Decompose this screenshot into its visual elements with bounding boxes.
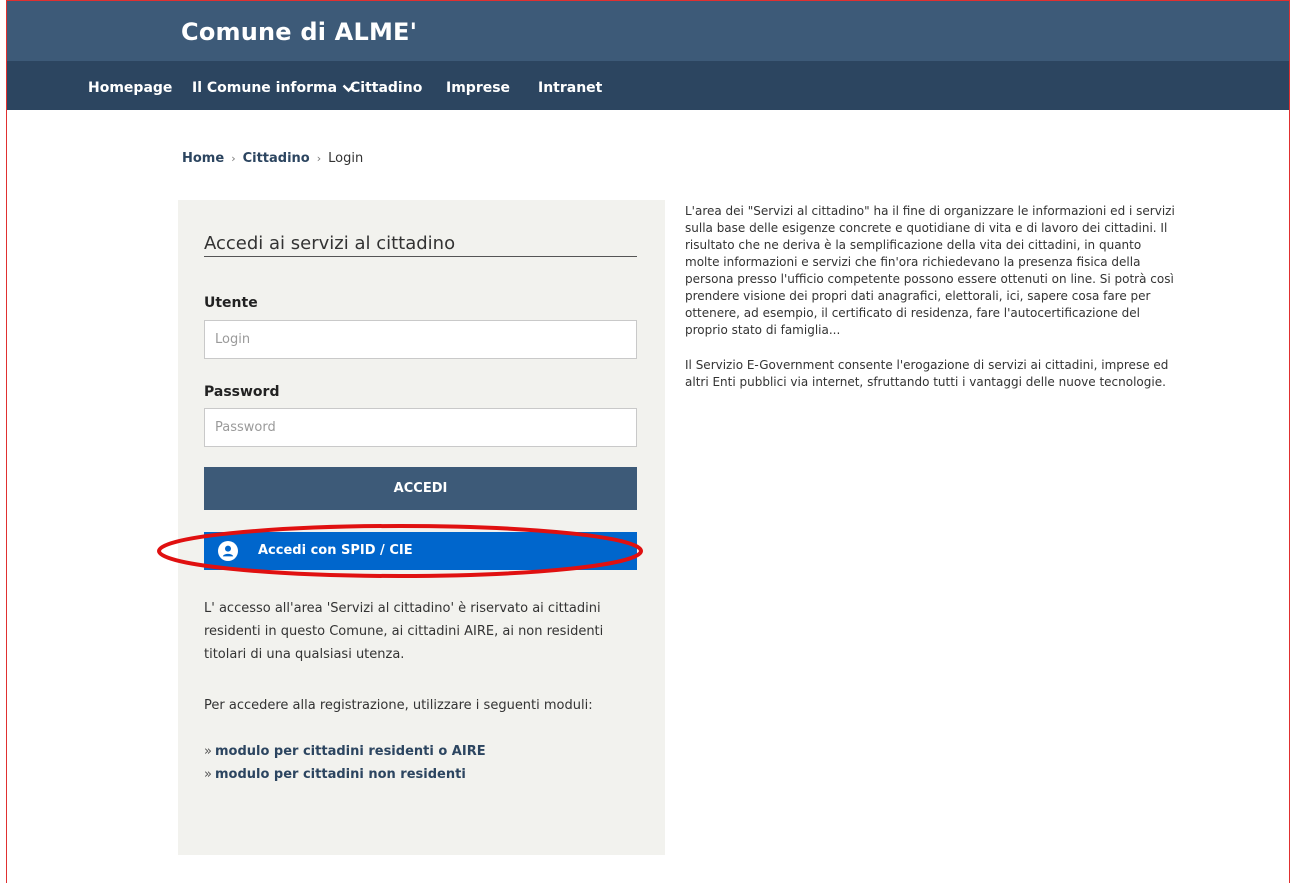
heading-divider <box>204 256 637 257</box>
nav-item-intranet[interactable]: Intranet <box>538 79 602 97</box>
egov-description: Il Servizio E-Government consente l'erog… <box>685 358 1169 389</box>
registration-info-text: Per accedere alla registrazione, utilizz… <box>204 698 593 713</box>
breadcrumb-separator-icon: › <box>316 152 322 165</box>
raquo-icon: » <box>204 744 212 759</box>
password-input[interactable] <box>204 408 637 447</box>
spid-cie-login-button[interactable]: Accedi con SPID / CIE <box>204 532 637 570</box>
nav-item-label: Imprese <box>446 80 511 96</box>
nav-item-label: Cittadino <box>350 80 423 96</box>
login-heading: Accedi ai servizi al cittadino <box>204 233 456 254</box>
site-title[interactable]: Comune di ALME' <box>181 17 417 47</box>
nav-item-homepage[interactable]: Homepage <box>88 79 172 97</box>
module-link-label: modulo per cittadini non residenti <box>214 767 466 782</box>
nav-item-label: Il Comune informa <box>192 80 338 96</box>
breadcrumb-home[interactable]: Home <box>182 151 224 166</box>
accedi-button-label: ACCEDI <box>393 481 448 496</box>
accedi-button[interactable]: ACCEDI <box>204 467 637 510</box>
access-info-text: L' accesso all'area 'Servizi al cittadin… <box>204 601 604 662</box>
services-description: L'area dei "Servizi al cittadino" ha il … <box>685 204 1175 337</box>
nav-item-label: Homepage <box>88 80 173 96</box>
raquo-icon: » <box>204 767 212 782</box>
password-label: Password <box>204 384 280 400</box>
user-label: Utente <box>204 295 258 311</box>
breadcrumb: Home › Cittadino › Login <box>182 150 363 168</box>
module-link-label: modulo per cittadini residenti o AIRE <box>214 744 486 759</box>
breadcrumb-separator-icon: › <box>231 152 236 165</box>
breadcrumb-current: Login <box>328 151 364 166</box>
login-input[interactable] <box>204 320 637 359</box>
breadcrumb-cittadino[interactable]: Cittadino <box>243 151 310 166</box>
nav-item-imprese[interactable]: Imprese <box>446 79 510 97</box>
nav-item-label: Intranet <box>538 80 603 96</box>
user-icon <box>218 541 238 561</box>
nav-item-comune-informa[interactable]: Il Comune informa <box>192 79 355 97</box>
spid-button-label: Accedi con SPID / CIE <box>258 543 413 558</box>
resident-module-link[interactable]: » modulo per cittadini residenti o AIRE <box>204 743 486 761</box>
non-resident-module-link[interactable]: » modulo per cittadini non residenti <box>204 766 466 784</box>
nav-item-cittadino[interactable]: Cittadino <box>350 79 422 97</box>
